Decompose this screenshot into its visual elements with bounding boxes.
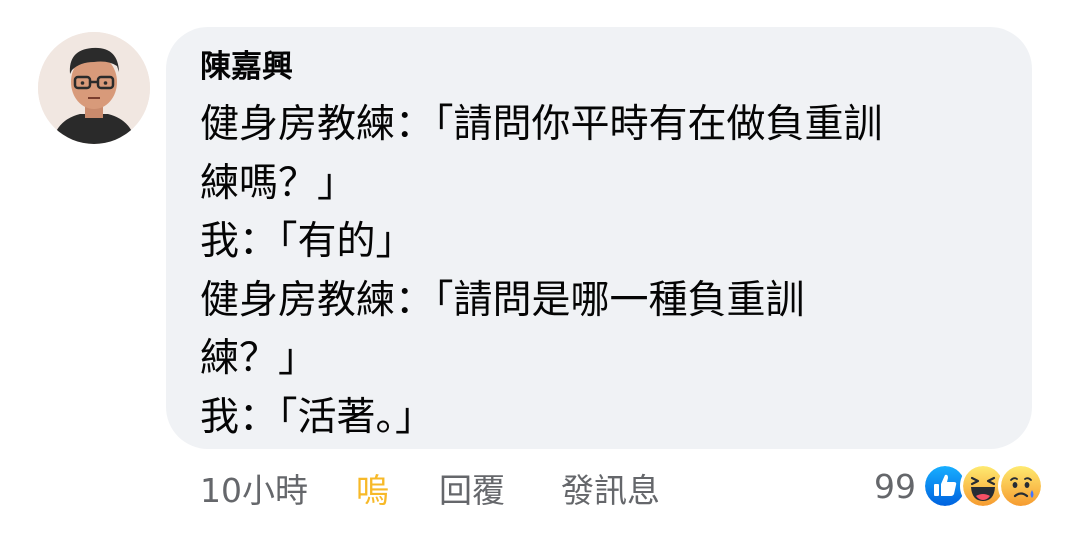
- reaction-count: 99: [874, 466, 916, 506]
- sad-icon: [998, 463, 1044, 509]
- comment-line: 健身房教練：「請問你平時有在做負重訓: [200, 102, 883, 147]
- comment-line: 健身房教練：「請問是哪一種負重訓: [200, 277, 805, 323]
- comment-line: 我：「活著。」: [200, 394, 435, 440]
- reaction-icon-group: [922, 463, 1044, 509]
- reply-button[interactable]: 回覆: [439, 464, 505, 512]
- comment-actions: 10小時 嗚 回覆 發訊息: [200, 463, 660, 513]
- avatar[interactable]: [38, 32, 150, 144]
- comment-text: 健身房教練：「請問你平時有在做負重訓 練嗎？」 我：「有的」 健身房教練：「請問…: [200, 96, 883, 447]
- comment-timestamp[interactable]: 10小時: [200, 464, 308, 512]
- comment-line: 我：「有的」: [200, 219, 415, 264]
- comment-author[interactable]: 陳嘉興: [200, 44, 293, 90]
- avatar-illustration: [38, 32, 150, 144]
- send-message-button[interactable]: 發訊息: [561, 464, 660, 512]
- reaction-summary[interactable]: 99: [874, 460, 1044, 512]
- comment-line: 練？」: [200, 336, 318, 381]
- comment-screen: 陳嘉興 健身房教練：「請問你平時有在做負重訓 練嗎？」 我：「有的」 健身房教練…: [0, 0, 1080, 549]
- comment-line: 練嗎？」: [200, 160, 357, 206]
- reaction-button[interactable]: 嗚: [356, 464, 389, 512]
